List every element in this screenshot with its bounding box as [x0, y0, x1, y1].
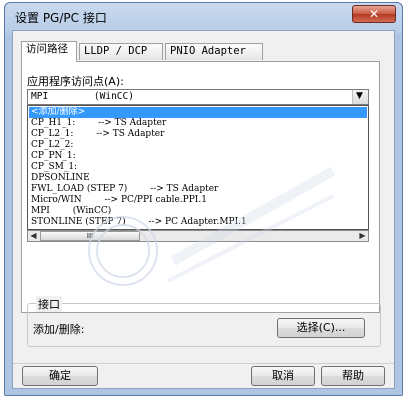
dialog-window: 设置 PG/PC 接口 ✕ 访问路径 LLDP / DCP PNIO Adapt… — [4, 2, 403, 396]
dropdown-option[interactable]: CP_L2_1: --> TS Adapter — [29, 129, 164, 140]
select-button[interactable]: 选择(C)... — [277, 318, 365, 338]
dropdown-option[interactable]: FWL_LOAD (STEP 7) --> TS Adapter — [29, 184, 218, 195]
access-point-label: 应用程序访问点(A): — [27, 75, 124, 88]
dropdown-option[interactable]: STONLINE (STEP 7) --> PC Adapter.MPI.1 — [29, 217, 247, 228]
grip-icon: III — [86, 232, 94, 240]
chevron-down-icon: ▼ — [356, 91, 363, 101]
access-point-dropdown-list[interactable]: <添加/删除> CP_H1_1: --> TS Adapter CP_L2_1:… — [27, 105, 369, 230]
title-bar[interactable]: 设置 PG/PC 接口 ✕ — [5, 3, 402, 29]
dropdown-option[interactable]: DPSONLINE — [29, 173, 90, 184]
ok-button[interactable]: 确定 — [22, 366, 98, 386]
dialog-client-area: 访问路径 LLDP / DCP PNIO Adapter 应用程序访问点(A):… — [12, 30, 395, 389]
scroll-left-icon[interactable]: ◀ — [28, 231, 39, 241]
footer-divider — [13, 363, 394, 364]
tab-lldp-dcp-label: LLDP / DCP — [84, 45, 148, 57]
tab-access-path-label: 访问路径 — [26, 43, 68, 55]
dropdown-option[interactable]: CP_PN_1: — [29, 151, 76, 162]
scroll-right-icon[interactable]: ▶ — [357, 231, 368, 241]
dropdown-option[interactable]: MPI (WinCC) — [29, 206, 111, 217]
interface-group-title: 接口 — [36, 296, 62, 312]
horizontal-scrollbar[interactable]: ◀ III ▶ — [27, 230, 369, 242]
help-button[interactable]: 帮助 — [321, 366, 385, 386]
combo-dropdown-button[interactable]: ▼ — [352, 90, 368, 104]
dropdown-option[interactable]: CP_L2_2: — [29, 140, 73, 151]
close-button[interactable]: ✕ — [352, 5, 396, 23]
add-remove-label: 添加/删除: — [33, 323, 85, 336]
tab-lldp-dcp[interactable]: LLDP / DCP — [79, 43, 163, 60]
dropdown-option[interactable]: CP_H1_1: --> TS Adapter — [29, 118, 166, 129]
cancel-button[interactable]: 取消 — [251, 366, 315, 386]
tab-pnio-adapter[interactable]: PNIO Adapter — [165, 43, 263, 60]
access-point-selected-value: MPI (WinCC) — [31, 91, 134, 102]
dropdown-option[interactable]: CP_SM_1: — [29, 162, 77, 173]
dropdown-option[interactable]: <添加/删除> — [29, 107, 367, 118]
window-title: 设置 PG/PC 接口 — [15, 11, 107, 25]
access-point-combobox[interactable]: MPI (WinCC) ▼ — [27, 89, 369, 105]
dropdown-option[interactable]: Micro/WIN --> PC/PPI cable.PPI.1 — [29, 195, 207, 206]
tab-access-path[interactable]: 访问路径 — [21, 41, 77, 62]
close-icon: ✕ — [368, 7, 380, 21]
tab-pnio-adapter-label: PNIO Adapter — [170, 45, 246, 57]
scrollbar-thumb[interactable]: III — [40, 231, 140, 241]
